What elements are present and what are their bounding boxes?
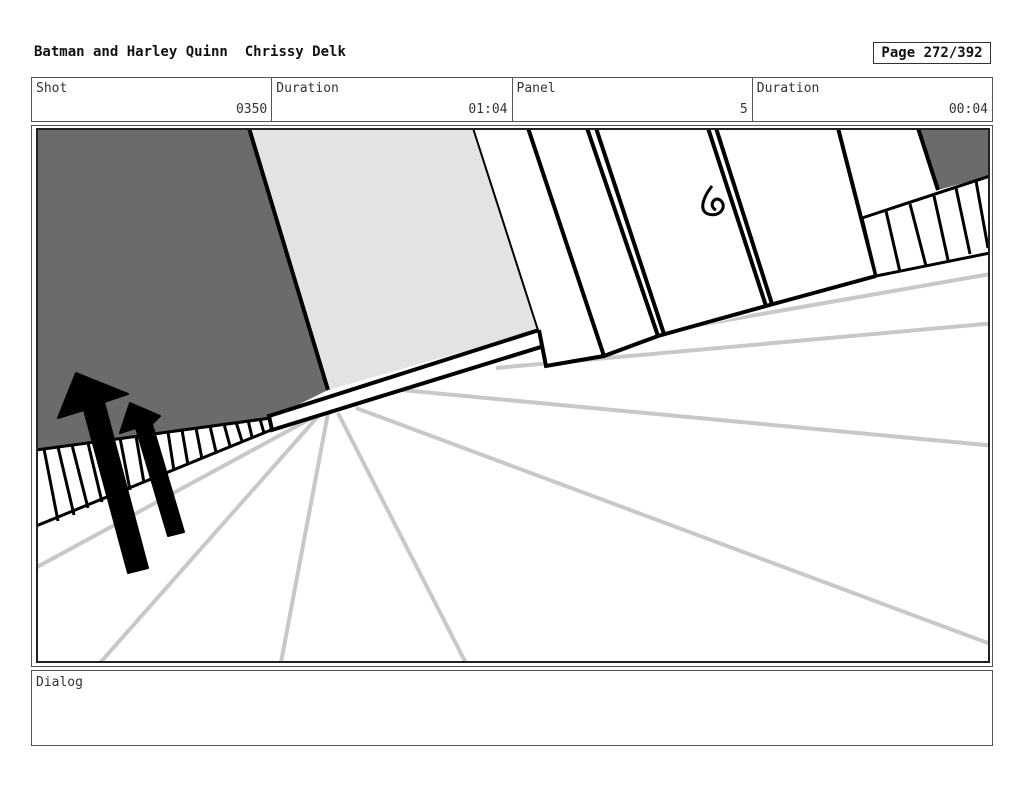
shot-duration-value: 01:04 <box>468 102 508 117</box>
project-title: Batman and Harley Quinn <box>34 44 228 60</box>
panel-label: Panel <box>516 81 556 96</box>
shot-info-row: Shot 0350 Duration 01:04 Panel 5 Duratio… <box>31 77 993 122</box>
panel-duration-cell: Duration 00:04 <box>753 78 992 121</box>
artist-name: Chrissy Delk <box>244 44 346 60</box>
panel-duration-label: Duration <box>756 81 820 96</box>
panel-duration-value: 00:04 <box>948 102 988 117</box>
shot-duration-cell: Duration 01:04 <box>272 78 513 121</box>
dialog-box: Dialog <box>31 670 993 746</box>
page-counter: Page 272/392 <box>873 42 991 64</box>
shot-duration-label: Duration <box>276 81 339 96</box>
storyboard-drawing <box>36 128 990 663</box>
shot-cell: Shot 0350 <box>32 78 273 121</box>
panel-cell: Panel 5 <box>513 78 753 121</box>
page-counter-text: Page 272/392 <box>881 45 983 61</box>
shot-label: Shot <box>36 81 68 96</box>
panel-value: 5 <box>739 102 748 117</box>
title-line: Batman and Harley Quinn Chrissy Delk <box>34 44 346 60</box>
dialog-label: Dialog <box>36 675 83 690</box>
shot-value: 0350 <box>235 102 268 117</box>
